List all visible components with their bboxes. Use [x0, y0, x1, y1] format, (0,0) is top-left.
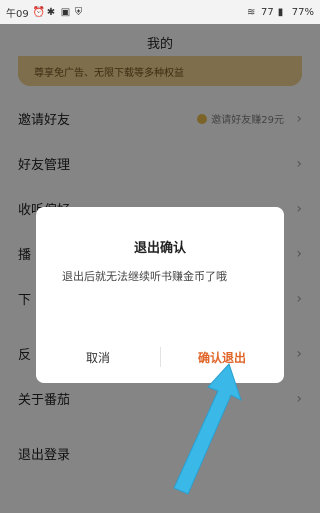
cancel-button[interactable]: 取消: [36, 331, 160, 383]
status-time: 午09: [6, 8, 29, 20]
app-icon: ▣: [60, 7, 71, 18]
bluetooth-icon: ✱: [46, 7, 56, 18]
status-network: 77: [261, 6, 274, 18]
battery-text: 77%: [291, 6, 314, 18]
dialog-message: 退出后就无法继续听书赚金币了哦: [62, 270, 227, 283]
button-divider: [160, 347, 161, 367]
dialog-title: 退出确认: [133, 241, 186, 256]
confirm-logout-button[interactable]: 确认退出: [160, 331, 284, 383]
wifi-icon: ≋: [247, 7, 256, 18]
logout-confirm-dialog: 退出确认 退出后就无法继续听书赚金币了哦 取消 确认退出: [36, 207, 284, 383]
status-left: 午09 ⏰ ✱ ▣ ⛨: [6, 5, 85, 20]
status-bar: 午09 ⏰ ✱ ▣ ⛨ ≋ 77 ▮ 77%: [0, 0, 320, 24]
shield-icon: ⛨: [74, 7, 83, 18]
status-right: ≋ 77 ▮ 77%: [247, 6, 314, 19]
alarm-icon: ⏰: [32, 7, 46, 18]
signal-icon: ▮: [277, 7, 284, 18]
